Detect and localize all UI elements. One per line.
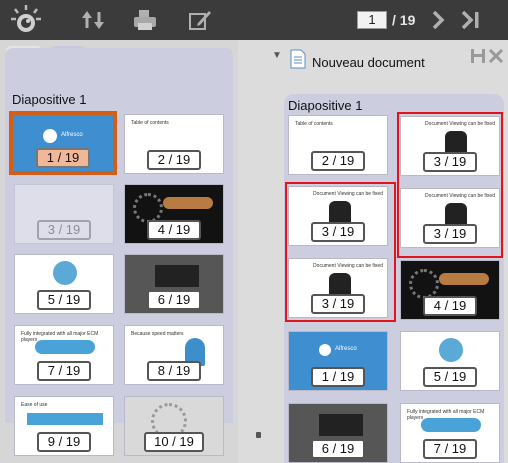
highlight-frame-left: [285, 182, 396, 322]
slide-number-badge: 3 / 19: [37, 220, 91, 240]
slide-thumb-8[interactable]: Because speed matters 8 / 19: [124, 325, 224, 385]
slide-thumb-5[interactable]: 5 / 19: [14, 254, 114, 314]
slide-number-badge: 5 / 19: [37, 290, 91, 310]
current-page-input[interactable]: 1: [357, 11, 387, 29]
slide-number-badge: 1 / 19: [36, 148, 90, 168]
slide-thumb-9[interactable]: Ease of use 9 / 19: [14, 396, 114, 456]
edit-icon[interactable]: [187, 0, 213, 40]
slide-number-badge: 4 / 19: [423, 296, 477, 316]
panel-divider[interactable]: [238, 40, 268, 463]
last-page-icon[interactable]: [458, 0, 484, 40]
slide-number-badge: 5 / 19: [423, 367, 477, 387]
slide-number-badge: 2 / 19: [147, 150, 201, 170]
collapse-triangle-icon[interactable]: ▼: [272, 50, 282, 61]
slide-number-badge: 1 / 19: [311, 367, 365, 387]
logo-eye-icon: [6, 0, 46, 40]
sort-arrows-icon[interactable]: [80, 0, 106, 40]
slide-number-badge: 10 / 19: [144, 432, 204, 452]
slide-number-badge: 7 / 19: [423, 439, 477, 459]
right-section-title: Diapositive 1: [288, 98, 363, 113]
slide-thumb-2[interactable]: Table of contents 2 / 19: [124, 114, 224, 174]
document-actions: [470, 48, 504, 69]
doc-slide-thumb-7[interactable]: Alfresco 1 / 19: [288, 331, 388, 391]
divider-grip[interactable]: [256, 432, 261, 438]
doc-slide-thumb-9[interactable]: 6 / 19: [288, 403, 388, 463]
highlight-frame-right: [397, 112, 503, 258]
slide-thumb-10[interactable]: 10 / 19: [124, 396, 224, 456]
doc-slide-thumb-1[interactable]: Table of contents 2 / 19: [288, 115, 388, 175]
close-icon[interactable]: [488, 48, 504, 69]
slide-number-badge: 2 / 19: [311, 151, 365, 171]
slide-number-badge: 4 / 19: [147, 220, 201, 240]
slide-thumb-3[interactable]: 3 / 19: [14, 184, 114, 244]
slide-thumb-4[interactable]: 4 / 19: [124, 184, 224, 244]
toolbar: 1 / 19: [0, 0, 508, 40]
save-icon[interactable]: [470, 48, 486, 69]
slide-number-badge: 6 / 19: [311, 439, 365, 459]
doc-slide-thumb-6[interactable]: 4 / 19: [400, 260, 500, 320]
next-page-icon[interactable]: [428, 0, 448, 40]
doc-slide-thumb-8[interactable]: 5 / 19: [400, 331, 500, 391]
slide-thumb-7[interactable]: Fully integrated with all major ECM play…: [14, 325, 114, 385]
slide-logo-icon: [43, 129, 57, 143]
left-section-title: Diapositive 1: [12, 92, 87, 107]
slide-number-badge: 6 / 19: [147, 290, 201, 310]
slide-number-badge: 8 / 19: [147, 361, 201, 381]
slide-number-badge: 7 / 19: [37, 361, 91, 381]
slide-thumb-1[interactable]: Alfresco 1 / 19: [9, 111, 117, 175]
doc-slide-thumb-10[interactable]: Fully integrated with all major ECM play…: [400, 403, 500, 463]
slide-thumb-6[interactable]: 6 / 19: [124, 254, 224, 314]
slide-number-badge: 9 / 19: [37, 432, 91, 452]
print-icon[interactable]: [132, 0, 158, 40]
document-icon: [290, 49, 306, 74]
total-pages-label: / 19: [392, 12, 416, 28]
document-title: Nouveau document: [312, 55, 425, 70]
